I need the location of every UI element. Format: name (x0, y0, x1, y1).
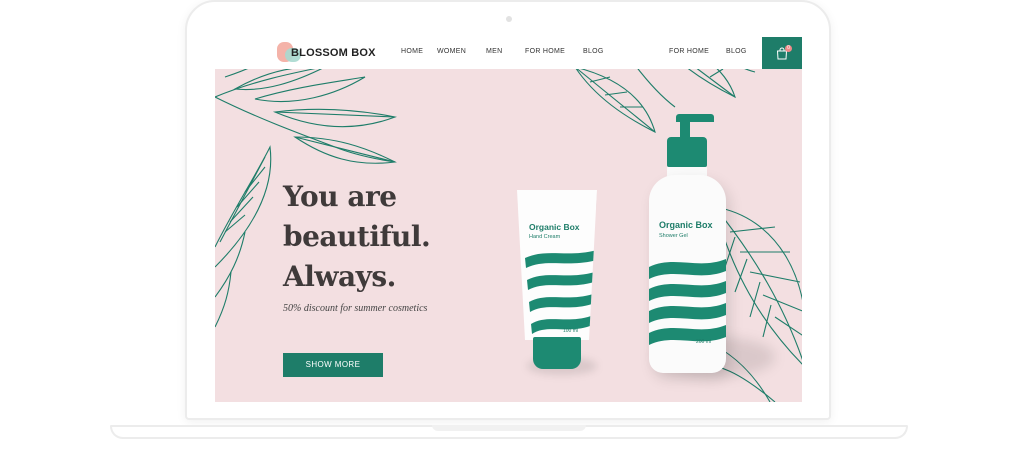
nav-item-home[interactable]: HOME (401, 48, 423, 55)
cart-count-badge: 0 (785, 45, 792, 52)
hero-title: You are beautiful. Always. (283, 177, 483, 297)
bottle-product-label: Shower Gel (659, 233, 688, 239)
hero-subtitle: 50% discount for summer cosmetics (283, 303, 428, 314)
top-navbar: BLOSSOM BOX HOME WOMEN MEN FOR HOME BLOG… (215, 37, 802, 69)
nav-item-for-home-right[interactable]: FOR HOME (669, 48, 709, 55)
show-more-button[interactable]: SHOW MORE (283, 353, 383, 377)
nav-item-blog[interactable]: BLOG (583, 48, 604, 55)
hero-title-line: You are (283, 180, 397, 213)
nav-item-blog-right[interactable]: BLOG (726, 48, 747, 55)
cart-button[interactable]: 0 (762, 37, 802, 69)
tube-cap (533, 337, 581, 369)
nav-item-men[interactable]: MEN (486, 48, 502, 55)
brand-logo[interactable]: BLOSSOM BOX (277, 41, 376, 65)
laptop-notch (432, 425, 586, 431)
tube-volume-label: 100 ml (563, 328, 579, 334)
nav-item-for-home[interactable]: FOR HOME (525, 48, 565, 55)
bottle-volume-label: 200 ml (696, 339, 712, 345)
hand-cream-tube (517, 190, 597, 340)
website-screen: BLOSSOM BOX HOME WOMEN MEN FOR HOME BLOG… (215, 37, 802, 402)
hero-title-line: beautiful. (283, 220, 431, 253)
tube-brand-label: Organic Box (529, 222, 580, 232)
pump-collar (667, 137, 707, 167)
tube-product-label: Hand Cream (529, 234, 561, 240)
nav-item-women[interactable]: WOMEN (437, 48, 466, 55)
webcam-dot (506, 16, 512, 22)
hero-title-line: Always. (283, 260, 396, 293)
shower-gel-bottle (649, 175, 726, 373)
tube-stripes (525, 250, 597, 334)
brand-name: BLOSSOM BOX (291, 47, 376, 59)
bottle-brand-label: Organic Box (659, 220, 713, 230)
bottle-stripes (649, 259, 726, 345)
